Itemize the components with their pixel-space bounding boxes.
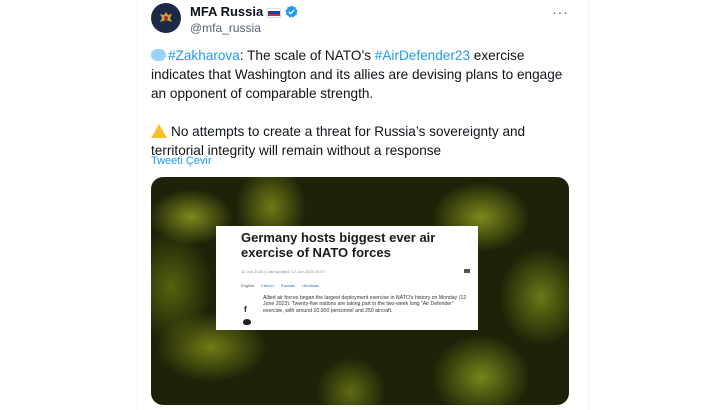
language-ukrainian: Ukrainian (302, 283, 320, 288)
tweet-media-image[interactable]: Germany hosts biggest ever air exercise … (151, 177, 569, 405)
tweet-paragraph-2: No attempts to create a threat for Russi… (151, 122, 571, 160)
language-english: English (241, 283, 255, 288)
author-handle[interactable]: @mfa_russia (190, 21, 261, 35)
left-margin (0, 0, 136, 410)
tweet-text-part: : The scale of NATO’s (239, 48, 375, 63)
hashtag-zakharova[interactable]: #Zakharova (168, 48, 240, 63)
russia-flag-icon (267, 7, 282, 18)
article-meta: 12 Jun 2023 | Last updated: 12 Jun 2023 … (241, 269, 325, 274)
tweet-paragraph-1: #Zakharova: The scale of NATO’s #AirDefe… (151, 46, 571, 103)
facebook-icon: f (244, 305, 247, 314)
tweet-text: #Zakharova: The scale of NATO’s #AirDefe… (151, 46, 571, 160)
article-languages: English French Russian Ukrainian (241, 283, 325, 288)
more-options-button[interactable]: ··· (552, 4, 569, 20)
author-name[interactable]: MFA Russia (190, 4, 263, 19)
language-french: French (261, 283, 274, 288)
print-icon (464, 269, 470, 273)
verified-badge-icon (285, 5, 298, 18)
coat-of-arms-icon (160, 12, 172, 22)
tweet-text-part: No attempts to create a threat for Russi… (151, 124, 526, 158)
author-name-row[interactable]: MFA Russia (190, 4, 298, 19)
article-body: Allied air forces began the largest depl… (263, 295, 467, 314)
translate-tweet-link[interactable]: Tweeti Çevir (151, 155, 212, 167)
language-russian: Russian (280, 283, 296, 288)
hashtag-airdefender23[interactable]: #AirDefender23 (375, 48, 470, 63)
speech-bubble-icon (151, 49, 166, 61)
warning-icon (151, 124, 167, 138)
right-margin (588, 0, 728, 410)
author-avatar[interactable] (151, 3, 181, 33)
article-title: Germany hosts biggest ever air exercise … (241, 230, 436, 260)
twitter-icon (243, 319, 251, 325)
article-screenshot: Germany hosts biggest ever air exercise … (216, 226, 478, 330)
